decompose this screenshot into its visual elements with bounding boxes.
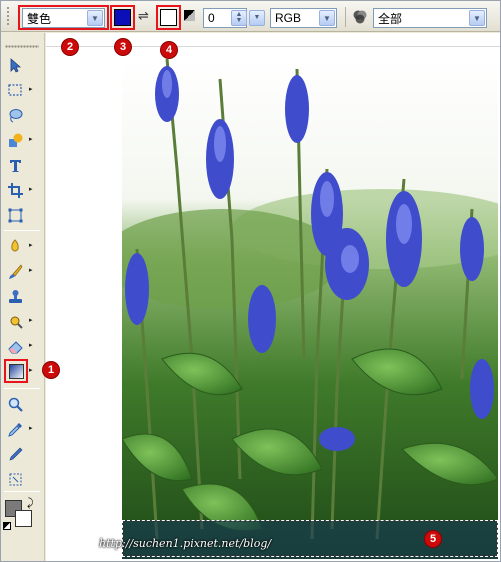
chevron-down-icon: ▼ [319, 10, 335, 26]
channel-value: 全部 [378, 11, 403, 26]
fill-type-dropdown[interactable]: 雙色 ▼ [22, 8, 105, 28]
document-image[interactable] [122, 59, 498, 559]
chevron-down-icon: ▼ [87, 10, 103, 26]
opacity-menu-icon[interactable]: ▼ [249, 10, 265, 26]
channel-dropdown[interactable]: 全部 ▼ [373, 8, 487, 28]
callout-badge: 4 [161, 42, 177, 58]
toolbar-separator [345, 7, 346, 27]
opacity-stepper-icon[interactable]: ▲ ▼ [231, 10, 247, 26]
palette-grip[interactable] [5, 45, 39, 48]
default-colors-icon[interactable] [3, 522, 11, 530]
color-mode-dropdown[interactable]: RGB ▼ [270, 8, 337, 28]
callout-badge: 2 [62, 39, 78, 55]
swap-colors-icon[interactable]: ⤸ [27, 497, 34, 510]
text-icon[interactable] [5, 155, 25, 175]
background-color-swatch[interactable] [160, 9, 177, 26]
lasso-icon[interactable] [5, 105, 25, 125]
submenu-arrow-icon[interactable]: ▸ [29, 341, 33, 349]
pen-icon[interactable] [5, 444, 25, 464]
submenu-arrow-icon[interactable]: ▸ [29, 85, 33, 93]
submenu-arrow-icon[interactable]: ▸ [29, 266, 33, 274]
channels-icon[interactable] [352, 9, 368, 25]
dodge-icon[interactable] [5, 311, 25, 331]
callout-badge: 3 [115, 39, 131, 55]
tool-separator [4, 388, 40, 389]
tool-palette: ▸ ▸ ▸ ▸ ▸ ▸ ▸ ▸ ▸ ⤸ [1, 33, 45, 561]
chevron-down-icon: ▼ [469, 10, 485, 26]
swap-colors-icon[interactable]: ⇌ [138, 8, 149, 24]
submenu-arrow-icon[interactable]: ▸ [29, 316, 33, 324]
transform-icon[interactable] [5, 205, 25, 225]
submenu-arrow-icon[interactable]: ▸ [29, 241, 33, 249]
photo-flowers-image [122, 59, 498, 559]
gradient-fill-icon[interactable] [6, 361, 26, 381]
paintbrush-icon[interactable] [5, 261, 25, 281]
submenu-arrow-icon[interactable]: ▸ [29, 135, 33, 143]
hand-icon[interactable] [5, 469, 25, 489]
shape-icon[interactable] [5, 130, 25, 150]
default-colors-icon[interactable] [184, 10, 195, 21]
submenu-arrow-icon[interactable]: ▸ [29, 185, 33, 193]
foreground-color-swatch[interactable] [114, 9, 131, 26]
tool-separator [4, 491, 40, 492]
clone-stamp-icon[interactable] [5, 286, 25, 306]
watermark-text: http://suchen1.pixnet.net/blog/ [99, 537, 272, 550]
zoom-icon[interactable] [5, 394, 25, 414]
callout-badge: 5 [425, 531, 441, 547]
callout-badge: 1 [43, 362, 59, 378]
color-mode-value: RGB [275, 11, 302, 25]
submenu-arrow-icon[interactable]: ▸ [29, 424, 33, 432]
options-toolbar: 雙色 ▼ ⇌ 0 ▲ ▼ ▼ RGB ▼ 全部 ▼ [1, 1, 500, 32]
tool-separator [4, 230, 40, 231]
marquee-select-icon[interactable] [5, 80, 25, 100]
app-window: 雙色 ▼ ⇌ 0 ▲ ▼ ▼ RGB ▼ 全部 ▼ ▸ ▸ ▸ ▸ ▸ ▸ ▸ … [0, 0, 501, 562]
toolbar-grip[interactable] [6, 6, 10, 26]
eyedropper-icon[interactable] [5, 419, 25, 439]
submenu-arrow-icon[interactable]: ▸ [29, 366, 33, 374]
smudge-icon[interactable] [5, 236, 25, 256]
eraser-icon[interactable] [5, 336, 25, 356]
pointer-icon[interactable] [5, 55, 25, 75]
crop-icon[interactable] [5, 180, 25, 200]
background-palette-swatch[interactable] [15, 510, 32, 527]
fill-type-value: 雙色 [27, 11, 52, 26]
